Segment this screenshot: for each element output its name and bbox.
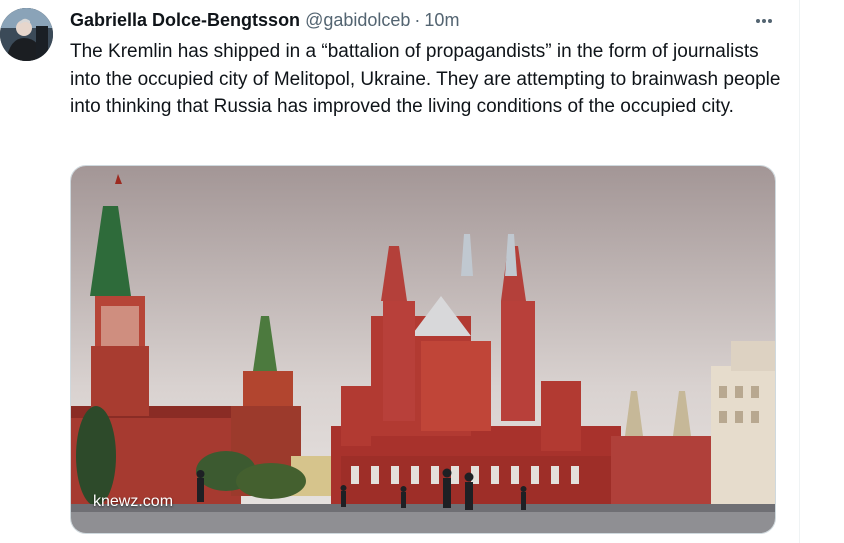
author-handle[interactable]: @gabidolceb	[305, 10, 410, 31]
red-square-photo	[71, 166, 775, 533]
tweet-text: The Kremlin has shipped in a “battalion …	[70, 41, 781, 117]
tweet-media-image[interactable]: knewz.com	[70, 165, 776, 534]
avatar[interactable]	[0, 8, 53, 61]
media-watermark: knewz.com	[93, 493, 174, 510]
more-options-button[interactable]	[750, 10, 778, 32]
column-divider	[799, 0, 800, 543]
separator-dot: ·	[414, 9, 421, 30]
tweet-header: Gabriella Dolce-Bengtsson @gabidolceb · …	[70, 8, 459, 32]
timestamp[interactable]: 10m	[424, 10, 459, 31]
author-name[interactable]: Gabriella Dolce-Bengtsson	[70, 10, 300, 31]
more-horizontal-icon	[756, 19, 772, 23]
